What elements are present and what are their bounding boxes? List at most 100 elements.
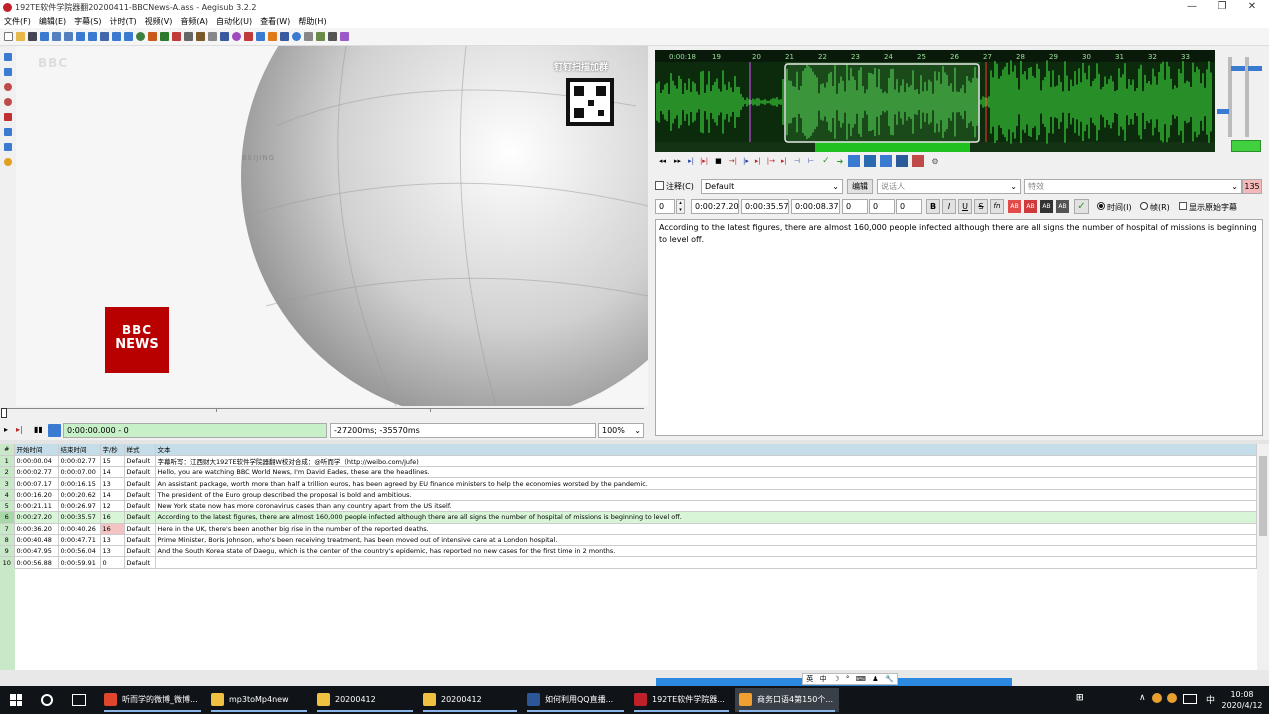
- audio-waveform[interactable]: 0:00:18 19 20 21 22 23 24 25 26 27 28 29 30 31 32 33: [655, 50, 1215, 152]
- menu-help[interactable]: 帮助(H): [298, 16, 326, 27]
- strikeout-button[interactable]: S: [974, 199, 988, 214]
- show-original-checkbox[interactable]: [1179, 202, 1187, 210]
- grid-row-number[interactable]: 6: [0, 511, 15, 524]
- options-icon[interactable]: [327, 32, 337, 41]
- style-manager-icon[interactable]: [183, 32, 193, 41]
- grid-row-text[interactable]: And the South Korea state of Daegu, whic…: [155, 545, 1257, 558]
- lead-out-icon[interactable]: ⊢: [808, 157, 814, 165]
- grid-row-start[interactable]: 0:00:16.20: [14, 489, 59, 501]
- col-start[interactable]: 开始时间: [14, 444, 59, 456]
- maximize-button[interactable]: ❐: [1208, 0, 1236, 14]
- comment-checkbox[interactable]: [655, 181, 664, 190]
- grid-row-start[interactable]: 0:00:21.11: [14, 500, 59, 513]
- taskbar-item[interactable]: 如何利用QQ直播...: [523, 688, 628, 712]
- margin-right-field[interactable]: 0: [869, 199, 895, 214]
- automation-icon[interactable]: [219, 32, 229, 41]
- menu-edit[interactable]: 编辑(E): [39, 16, 66, 27]
- auto-scroll-audio-icon[interactable]: [880, 155, 893, 167]
- play-before-icon[interactable]: →|: [729, 157, 737, 165]
- grid-row[interactable]: 2 0:00:02.77 0:00:07.00 14 Default Hello, you…: [0, 466, 1257, 479]
- rotate-z-icon[interactable]: [4, 83, 12, 91]
- menu-subtitle[interactable]: 字幕(S): [74, 16, 101, 27]
- grid-row[interactable]: 8 0:00:40.48 0:00:47.71 13 Default Prime Mini…: [0, 534, 1257, 547]
- taskbar-item[interactable]: 192TE软件学院器...: [630, 688, 733, 712]
- grid-row-number[interactable]: 1: [0, 455, 15, 468]
- grid-row-end[interactable]: 0:00:56.04: [58, 545, 101, 558]
- resample-icon[interactable]: [231, 32, 241, 41]
- prev-line-icon[interactable]: ◂◂: [659, 157, 666, 165]
- minimize-button[interactable]: —: [1178, 0, 1206, 14]
- grid-row-start[interactable]: 0:00:02.77: [14, 466, 59, 479]
- translation-icon[interactable]: [303, 32, 313, 41]
- menu-view[interactable]: 查看(W): [260, 16, 290, 27]
- task-view-icon[interactable]: [72, 694, 86, 706]
- frame-radio[interactable]: [1140, 202, 1148, 210]
- grid-row-number[interactable]: 2: [0, 466, 15, 479]
- karaoke-icon[interactable]: [912, 155, 925, 167]
- grid-row-number[interactable]: 3: [0, 477, 15, 490]
- col-number[interactable]: #: [0, 444, 15, 456]
- taskbar-item[interactable]: 商务口语4第150个...: [735, 688, 839, 712]
- actor-field[interactable]: 说话人 ⌄: [877, 179, 1021, 194]
- assistant-icon[interactable]: [315, 32, 325, 41]
- horizontal-zoom-handle[interactable]: [1217, 109, 1229, 114]
- search-icon[interactable]: [41, 694, 53, 706]
- grid-row-cps[interactable]: 16: [100, 523, 125, 535]
- video-offset-field[interactable]: -27200ms; -35570ms: [330, 423, 596, 438]
- ime-english-icon[interactable]: 英: [806, 674, 813, 684]
- play-line-button[interactable]: ▸|: [16, 425, 23, 434]
- grid-row[interactable]: 7 0:00:36.20 0:00:40.26 16 Default Here in th…: [0, 523, 1257, 535]
- grid-row-text[interactable]: Hello, you are watching BBC World News, …: [155, 466, 1257, 479]
- grid-row-text[interactable]: 字幕听写：江西财大192TE软件学院器翻W校对合成：@听而学（http://we…: [155, 455, 1257, 468]
- grid-scrollbar[interactable]: [1257, 444, 1269, 670]
- audio-stop-icon[interactable]: ■: [715, 157, 722, 165]
- grid-row[interactable]: 5 0:00:21.11 0:00:26.97 12 Default New York s…: [0, 500, 1257, 513]
- grid-row-end[interactable]: 0:00:26.97: [58, 500, 101, 513]
- play-button[interactable]: ▸: [4, 425, 8, 434]
- grid-row-text[interactable]: An assistant package, worth more than ha…: [155, 477, 1257, 490]
- zoom-select[interactable]: 100% ⌄: [598, 423, 644, 438]
- primary-color-button[interactable]: AB: [1008, 200, 1021, 213]
- audio-link-toggle[interactable]: [1231, 140, 1261, 152]
- style-select[interactable]: Default ⌄: [701, 179, 843, 194]
- stop-icon[interactable]: [279, 32, 289, 41]
- new-file-icon[interactable]: [3, 32, 13, 41]
- pencil-icon[interactable]: [195, 32, 205, 41]
- grid-row[interactable]: 3 0:00:07.17 0:00:16.15 13 Default An assista…: [0, 477, 1257, 490]
- grid-row-end[interactable]: 0:00:20.62: [58, 489, 101, 501]
- time-radio[interactable]: [1097, 202, 1105, 210]
- video-icon[interactable]: [147, 32, 157, 41]
- grid-row-cps[interactable]: 13: [100, 477, 125, 490]
- standard-tool-icon[interactable]: [4, 53, 12, 61]
- col-style[interactable]: 样式: [124, 444, 156, 456]
- grid-row-start[interactable]: 0:00:40.48: [14, 534, 59, 547]
- grid-row-style[interactable]: Default: [124, 556, 156, 569]
- grid-scrollbar-thumb[interactable]: [1259, 456, 1267, 536]
- col-cps[interactable]: 字/秒: [100, 444, 125, 456]
- taskbar-item[interactable]: 听而学的微博_微博...: [100, 688, 205, 712]
- start-time-field[interactable]: 0:00:27.20: [691, 199, 739, 214]
- font-button[interactable]: fn: [990, 199, 1004, 214]
- start-button[interactable]: [10, 694, 22, 706]
- attachments-icon[interactable]: [87, 32, 97, 41]
- secondary-color-button[interactable]: AB: [1024, 200, 1037, 213]
- grid-row-start[interactable]: 0:00:56.88: [14, 556, 59, 569]
- grid-row-start[interactable]: 0:00:07.17: [14, 477, 59, 490]
- grid-row-number[interactable]: 9: [0, 545, 15, 558]
- grid-row-cps[interactable]: 15: [100, 455, 125, 468]
- taskbar-item[interactable]: 20200412: [313, 688, 417, 712]
- grid-row-style[interactable]: Default: [124, 489, 156, 501]
- video-display[interactable]: BBC 钉钉扫描加群 BEIJING BBC NEWS: [16, 46, 648, 406]
- ime-moon-icon[interactable]: ☽: [833, 675, 839, 683]
- subtitle-text-editor[interactable]: According to the latest figures, there a…: [655, 219, 1263, 436]
- zoom-slider-handle[interactable]: [1248, 66, 1262, 71]
- rotate-xy-icon[interactable]: [4, 98, 12, 106]
- ime-chinese-icon[interactable]: 中: [820, 674, 827, 684]
- menu-audio[interactable]: 音频(A): [180, 16, 208, 27]
- play-after-icon[interactable]: |→: [767, 157, 775, 165]
- grid-row-cps[interactable]: 0: [100, 556, 125, 569]
- grid-row-style[interactable]: Default: [124, 466, 156, 479]
- underline-button[interactable]: U: [958, 199, 972, 214]
- fonts-collector-icon[interactable]: [99, 32, 109, 41]
- ime-user-icon[interactable]: ♟: [872, 675, 878, 683]
